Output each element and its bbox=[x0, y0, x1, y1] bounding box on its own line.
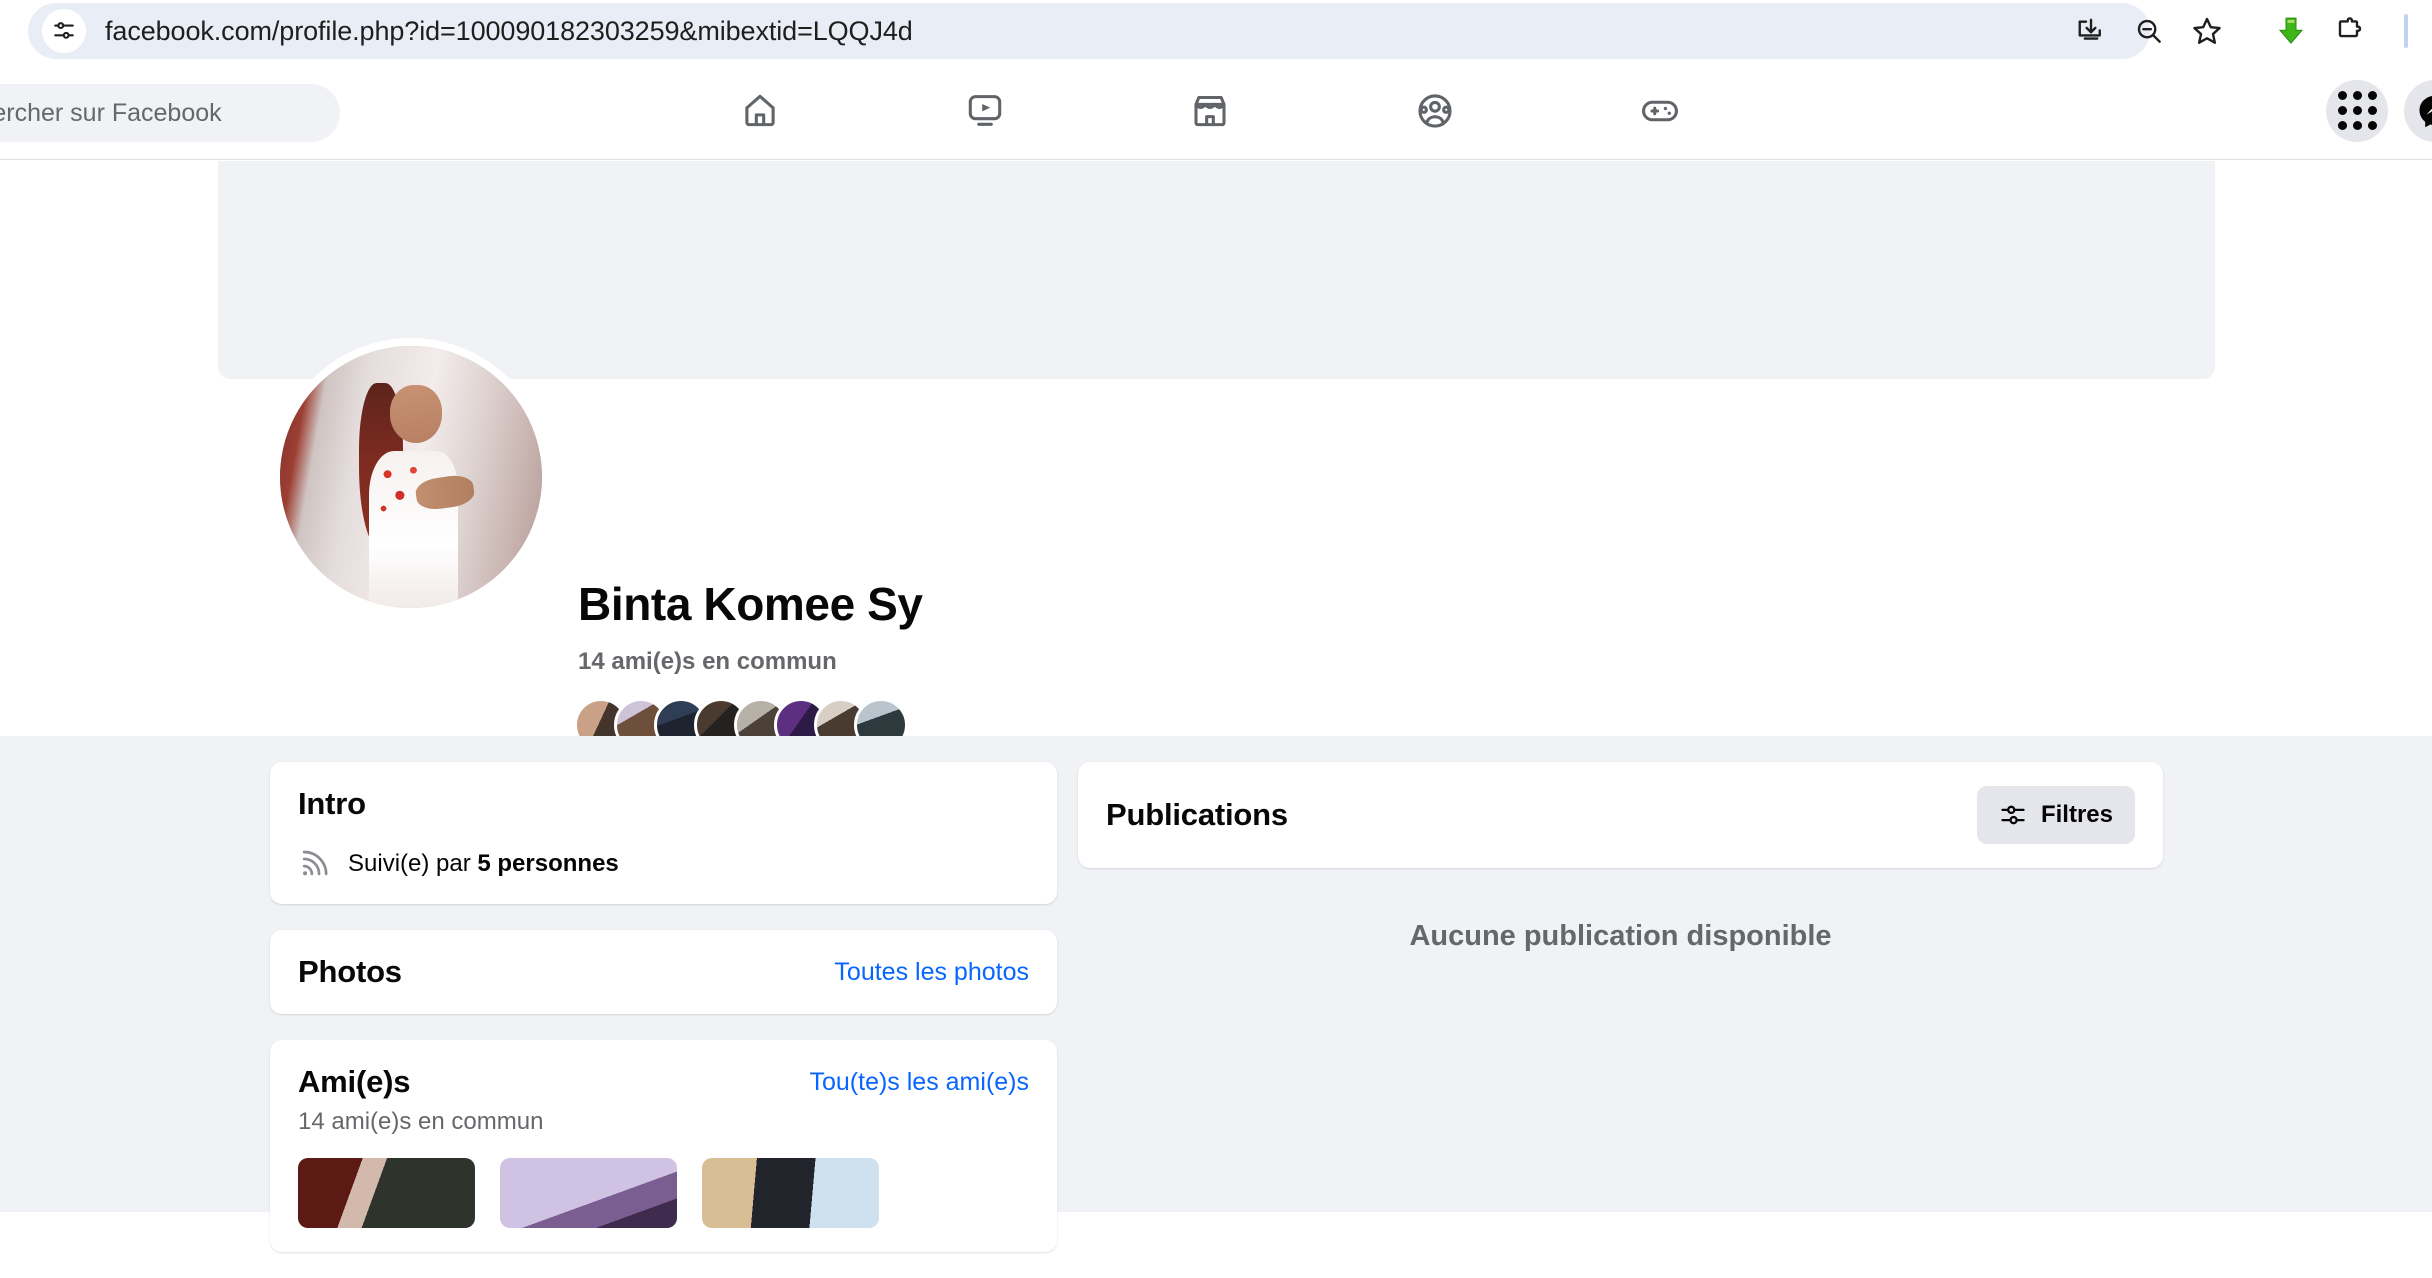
nav-marketplace-icon[interactable] bbox=[1150, 69, 1270, 153]
rss-signal-icon bbox=[298, 848, 330, 880]
mutual-friends-avatars[interactable] bbox=[574, 698, 908, 736]
filters-button[interactable]: Filtres bbox=[1976, 786, 2135, 844]
intro-card: Intro Suivi(e) par 5 personnes bbox=[270, 762, 1057, 904]
address-bar[interactable]: facebook.com/profile.php?id=100090182303… bbox=[28, 3, 2150, 59]
facebook-top-nav: Rechercher sur Facebook bbox=[0, 62, 2432, 160]
menu-grid-icon[interactable] bbox=[2326, 79, 2388, 142]
page-title: Binta Komee Sy bbox=[578, 578, 923, 630]
photos-card: Photos Toutes les photos bbox=[270, 930, 1057, 1014]
left-column: Intro Suivi(e) par 5 personnes Photos To… bbox=[270, 762, 1057, 1278]
nav-home-icon[interactable] bbox=[700, 69, 820, 153]
avatar-face bbox=[390, 385, 443, 443]
profile-header: Binta Komee Sy 14 ami(e)s en commun Publ… bbox=[0, 161, 2432, 736]
download-extension-icon[interactable] bbox=[2262, 2, 2320, 60]
install-app-icon[interactable] bbox=[2062, 2, 2120, 60]
followers-count: 5 personnes bbox=[477, 850, 619, 877]
friends-header: Ami(e)s Tou(te)s les ami(e)s bbox=[298, 1064, 1029, 1100]
followers-row: Suivi(e) par 5 personnes bbox=[298, 848, 1029, 880]
zoom-out-icon[interactable] bbox=[2120, 2, 2178, 60]
nav-center-tabs bbox=[700, 62, 1720, 159]
filters-label: Filtres bbox=[2040, 801, 2113, 828]
avatar bbox=[280, 346, 542, 608]
page-info-icon[interactable] bbox=[42, 9, 86, 53]
photos-title: Photos bbox=[298, 954, 402, 989]
followers-prefix: Suivi(e) par bbox=[348, 850, 478, 877]
friends-mutual-count: 14 ami(e)s en commun bbox=[298, 1108, 544, 1135]
list-item[interactable] bbox=[500, 1158, 677, 1228]
all-friends-link[interactable]: Tou(te)s les ami(e)s bbox=[810, 1068, 1030, 1097]
all-photos-link[interactable]: Toutes les photos bbox=[834, 958, 1029, 987]
nav-video-icon[interactable] bbox=[925, 69, 1045, 153]
nav-groups-icon[interactable] bbox=[1375, 69, 1495, 153]
nav-right-actions bbox=[2326, 62, 2432, 159]
avatar[interactable] bbox=[854, 698, 908, 736]
messenger-icon[interactable] bbox=[2404, 79, 2432, 142]
profile-picture[interactable] bbox=[272, 338, 550, 616]
mutual-friends-count: 14 ami(e)s en commun bbox=[578, 648, 837, 675]
grid-dots bbox=[2337, 91, 2377, 130]
friends-thumbnail-grid bbox=[298, 1158, 1029, 1228]
bookmark-star-icon[interactable] bbox=[2178, 2, 2236, 60]
list-item[interactable] bbox=[298, 1158, 475, 1228]
friends-card: Ami(e)s Tou(te)s les ami(e)s 14 ami(e)s … bbox=[270, 1040, 1057, 1252]
toolbar-divider bbox=[2404, 14, 2408, 48]
publications-card: Publications Filtres bbox=[1078, 762, 2163, 868]
publications-header: Publications Filtres bbox=[1106, 784, 2135, 846]
photos-header: Photos Toutes les photos bbox=[298, 954, 1029, 990]
browser-action-buttons bbox=[2062, 0, 2408, 62]
extensions-puzzle-icon[interactable] bbox=[2320, 2, 2378, 60]
right-column: Publications Filtres Aucune publication … bbox=[1078, 762, 2163, 953]
search-input[interactable]: Rechercher sur Facebook bbox=[0, 84, 340, 142]
list-item[interactable] bbox=[702, 1158, 879, 1228]
friends-title: Ami(e)s bbox=[298, 1064, 411, 1099]
search-placeholder: Rechercher sur Facebook bbox=[0, 98, 222, 127]
address-bar-url: facebook.com/profile.php?id=100090182303… bbox=[105, 15, 913, 46]
nav-gaming-icon[interactable] bbox=[1600, 69, 1720, 153]
browser-toolbar: facebook.com/profile.php?id=100090182303… bbox=[0, 0, 2432, 62]
intro-title: Intro bbox=[298, 786, 366, 821]
publications-title: Publications bbox=[1106, 797, 1288, 832]
followers-text: Suivi(e) par 5 personnes bbox=[348, 850, 619, 878]
empty-publications-message: Aucune publication disponible bbox=[1409, 920, 1832, 952]
sliders-icon bbox=[1999, 801, 2027, 829]
profile-content: Intro Suivi(e) par 5 personnes Photos To… bbox=[0, 736, 2432, 1252]
